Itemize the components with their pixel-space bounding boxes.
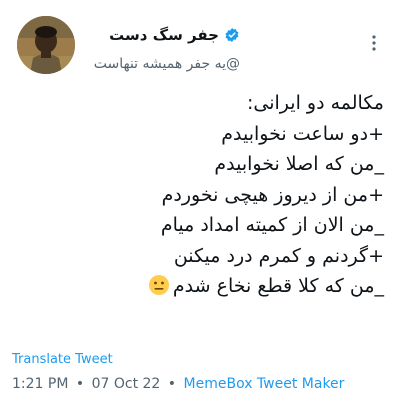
tweet-time[interactable]: 1:21 PM [12,376,68,392]
meta-separator: • [75,376,85,392]
user-handle[interactable]: @یه جفر همیشه تنهاست [20,56,240,72]
more-options-icon[interactable] [368,34,380,52]
tweet-line: +گردنم و کمرم درد میکنن [173,244,384,267]
neutral-face-emoji-icon [148,274,170,296]
tweet-line: _من الان از کمیته امداد میام [160,214,384,236]
tweet-meta: 1:21 PM • 07 Oct 22 • MemeBox Tweet Make… [12,376,344,392]
tweet-line: +دو ساعت نخوابیدم [221,122,384,145]
translate-tweet-link[interactable]: Translate Tweet [12,352,113,367]
tweet-line: مکالمه دو ایرانی: [247,92,384,114]
tweet-line: _من که اصلا نخوابیدم [214,153,384,175]
verified-badge-icon [224,27,240,43]
meta-separator: • [167,376,177,392]
name-row: جفر سگ دست [20,24,240,46]
tweet-line-last: _من که کلا قطع نخاع شدم [24,271,384,302]
display-name[interactable]: جفر سگ دست [109,26,219,44]
user-header: جفر سگ دست @یه جفر همیشه تنهاست [20,24,240,72]
tweet-date[interactable]: 07 Oct 22 [92,376,161,392]
tweet-line-text: _من که کلا قطع نخاع شدم [172,275,384,297]
tweet-source-link[interactable]: MemeBox Tweet Maker [184,376,345,392]
tweet-text: مکالمه دو ایرانی: +دو ساعت نخوابیدم _من … [24,88,384,302]
tweet-line: +من از دیروز هیچی نخوردم [161,183,384,206]
tweet-card: جفر سگ دست @یه جفر همیشه تنهاست مکالمه د… [0,0,400,419]
